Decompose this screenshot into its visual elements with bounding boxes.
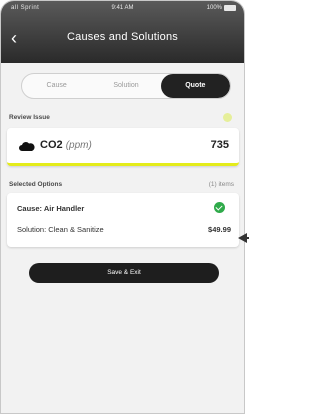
tab-solution[interactable]: Solution	[91, 74, 160, 98]
battery-icon	[224, 5, 236, 11]
page-title: Causes and Solutions	[66, 31, 178, 43]
battery-percent: 100%	[206, 5, 222, 11]
cloud-icon	[19, 141, 35, 151]
selected-cause: Cause: Air Handler	[17, 204, 85, 213]
issue-unit: (ppm)	[65, 140, 92, 151]
chevron-left-icon[interactable]: ‹	[11, 29, 27, 47]
selected-solution: Solution: Clean & Sanitize	[17, 225, 104, 234]
status-dot-icon	[223, 113, 232, 122]
selected-options-label: Selected Options	[9, 181, 63, 188]
app-header: all Sprint 9:41 AM 100% ‹ Causes and Sol…	[1, 1, 244, 63]
tab-cause[interactable]: Cause	[22, 74, 91, 98]
review-issue-label: Review Issue	[9, 114, 50, 121]
save-exit-button[interactable]: Save & Exit	[29, 263, 219, 283]
options-card: Cause: Air Handler Solution: Clean & San…	[7, 193, 239, 247]
solution-price: $49.99	[208, 225, 231, 234]
segmented-tabs: Cause Solution Quote	[21, 73, 231, 99]
status-bar: all Sprint 9:41 AM 100%	[1, 1, 244, 15]
issue-card: CO2 (ppm) 735	[7, 128, 239, 166]
issue-name: CO2 (ppm)	[40, 139, 92, 151]
selected-count: (1) items	[208, 181, 234, 188]
tab-quote[interactable]: Quote	[160, 74, 230, 98]
pointer-line	[245, 237, 249, 239]
check-circle-icon[interactable]	[214, 202, 225, 213]
phone-screen: all Sprint 9:41 AM 100% ‹ Causes and Sol…	[0, 0, 245, 414]
nav-bar: ‹ Causes and Solutions	[1, 21, 244, 55]
issue-value: 735	[210, 139, 229, 151]
